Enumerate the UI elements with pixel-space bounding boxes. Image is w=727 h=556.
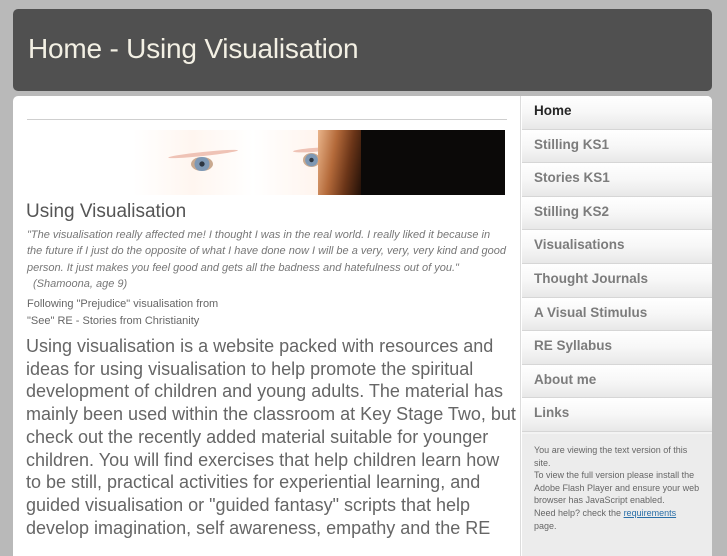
page-container: Using Visualisation "The visualisation r… [13, 96, 712, 556]
quote-text: "The visualisation really affected me! I… [27, 229, 506, 274]
eyes-banner-image [133, 130, 505, 195]
requirements-link[interactable]: requirements [624, 508, 677, 518]
quote-citation: (Shamoona, age 9) [33, 277, 128, 290]
main-content: Using Visualisation "The visualisation r… [13, 96, 521, 556]
testimonial-quote: "The visualisation really affected me! I… [27, 227, 507, 292]
sidebar-item-home[interactable]: Home [522, 96, 712, 130]
flash-notice: You are viewing the text version of this… [522, 434, 712, 556]
notice-help-suffix: page. [534, 520, 557, 531]
banner-dark-background [361, 130, 505, 195]
notice-line-1: You are viewing the text version of this… [534, 445, 688, 468]
banner-hair [318, 130, 363, 195]
sidebar-item-stilling-ks1[interactable]: Stilling KS1 [522, 129, 712, 164]
page-title: Home - Using Visualisation [28, 33, 359, 64]
notice-line-2: To view the full version please install … [534, 470, 700, 506]
sidebar-item-visualisations[interactable]: Visualisations [522, 230, 712, 264]
sidebar: Home Stilling KS1 Stories KS1 Stilling K… [522, 96, 712, 556]
intro-paragraph: Using visualisation is a website packed … [26, 336, 516, 538]
notice-help: Need help? check the requirements page. [534, 507, 700, 532]
sidebar-item-re-syllabus[interactable]: RE Syllabus [522, 331, 712, 365]
sidebar-item-a-visual-stimulus[interactable]: A Visual Stimulus [522, 297, 712, 332]
sidebar-item-links[interactable]: Links [522, 398, 712, 432]
sidebar-item-about-me[interactable]: About me [522, 364, 712, 399]
source-note-line-1: Following "Prejudice" visualisation from [27, 298, 219, 310]
notice-help-prefix: Need help? check the [534, 507, 624, 518]
sidebar-nav: Home Stilling KS1 Stories KS1 Stilling K… [522, 96, 712, 432]
source-note-line-2: "See" RE - Stories from Christianity [27, 314, 200, 327]
sidebar-item-stories-ks1[interactable]: Stories KS1 [522, 163, 712, 197]
section-title: Using Visualisation [26, 201, 187, 222]
source-note: Following "Prejudice" visualisation from… [27, 296, 507, 329]
sidebar-item-stilling-ks2[interactable]: Stilling KS2 [522, 196, 712, 231]
sidebar-item-thought-journals[interactable]: Thought Journals [522, 263, 712, 298]
eye-left [191, 157, 213, 171]
site-header: Home - Using Visualisation [13, 9, 712, 91]
divider [27, 119, 507, 120]
